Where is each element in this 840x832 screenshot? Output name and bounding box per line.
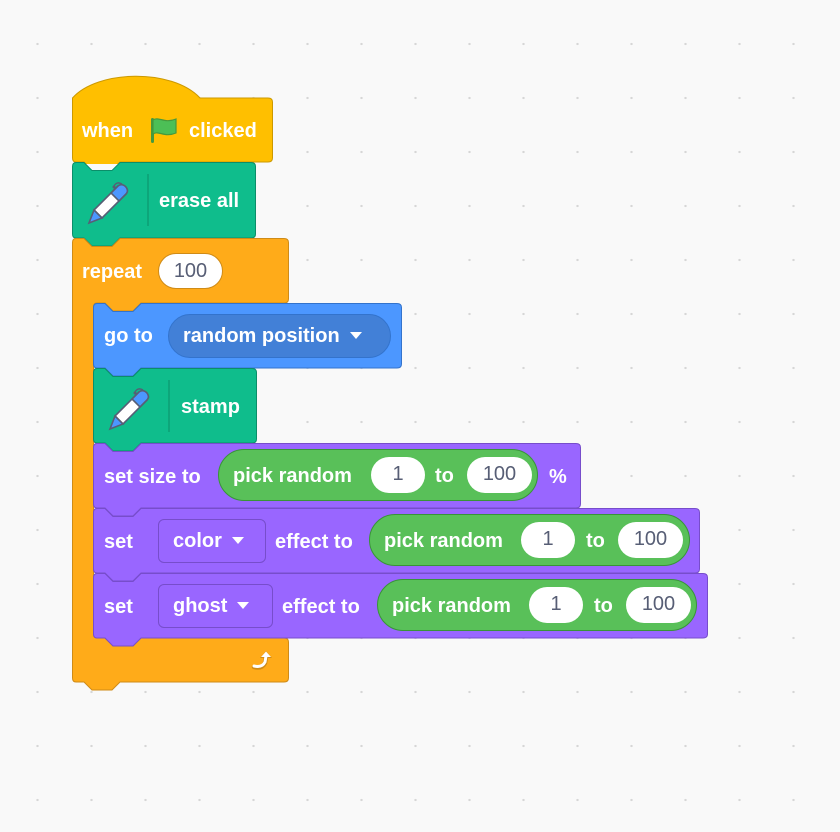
set-ghost-effect-block[interactable]: set ghost effect to pick random 1 to 100 bbox=[93, 573, 708, 647]
set-size-block[interactable]: set size to pick random 1 to 100 % bbox=[93, 443, 581, 517]
effect-to-label: effect to bbox=[275, 531, 353, 553]
random-from-input[interactable]: 1 bbox=[371, 457, 425, 493]
stamp-label: stamp bbox=[181, 396, 240, 418]
set-label: set bbox=[104, 596, 133, 618]
set-label: set bbox=[104, 531, 133, 553]
random-to-label: to bbox=[586, 530, 605, 552]
green-flag-icon bbox=[149, 116, 179, 149]
effect-value: ghost bbox=[173, 595, 228, 617]
go-to-target-dropdown[interactable]: random position bbox=[168, 314, 391, 358]
random-to-input[interactable]: 100 bbox=[618, 522, 683, 558]
effect-to-label: effect to bbox=[282, 596, 360, 618]
effect-dropdown[interactable]: ghost bbox=[158, 584, 273, 628]
go-to-target-value: random position bbox=[183, 325, 340, 347]
random-to-label: to bbox=[435, 465, 454, 487]
effect-dropdown[interactable]: color bbox=[158, 519, 266, 563]
chevron-down-icon bbox=[237, 602, 250, 610]
effect-value: color bbox=[173, 530, 222, 552]
random-from-input[interactable]: 1 bbox=[521, 522, 575, 558]
random-to-label: to bbox=[594, 595, 613, 617]
go-to-block[interactable]: go to random position bbox=[93, 303, 402, 377]
pen-icon bbox=[84, 178, 132, 231]
script-workspace[interactable]: when clicked erase all repeat 100 go to … bbox=[0, 0, 840, 832]
pick-random-label: pick random bbox=[392, 595, 511, 617]
random-to-input[interactable]: 100 bbox=[626, 587, 691, 623]
set-color-effect-block[interactable]: set color effect to pick random 1 to 100 bbox=[93, 508, 700, 582]
random-to-input[interactable]: 100 bbox=[467, 457, 532, 493]
stamp-block[interactable]: stamp bbox=[93, 368, 257, 452]
percent-label: % bbox=[549, 466, 567, 488]
chevron-down-icon bbox=[231, 537, 244, 545]
set-size-label: set size to bbox=[104, 466, 201, 488]
when-flag-clicked-block[interactable]: when clicked bbox=[72, 74, 273, 164]
erase-all-label: erase all bbox=[159, 190, 240, 212]
pick-random-label: pick random bbox=[384, 530, 503, 552]
pick-random-reporter[interactable]: pick random 1 to 100 bbox=[377, 579, 697, 631]
pick-random-reporter[interactable]: pick random 1 to 100 bbox=[369, 514, 690, 566]
chevron-down-icon bbox=[349, 332, 362, 340]
random-from-input[interactable]: 1 bbox=[529, 587, 583, 623]
hat-label-when: when bbox=[82, 120, 134, 142]
go-to-label: go to bbox=[104, 325, 153, 347]
pen-icon bbox=[105, 384, 153, 437]
erase-all-block[interactable]: erase all bbox=[72, 162, 256, 247]
pick-random-reporter[interactable]: pick random 1 to 100 bbox=[218, 449, 538, 501]
repeat-count-input[interactable]: 100 bbox=[158, 253, 223, 289]
hat-label-clicked: clicked bbox=[189, 120, 257, 142]
pick-random-label: pick random bbox=[233, 465, 352, 487]
repeat-arrow-icon bbox=[250, 647, 276, 678]
repeat-label: repeat bbox=[82, 261, 143, 283]
